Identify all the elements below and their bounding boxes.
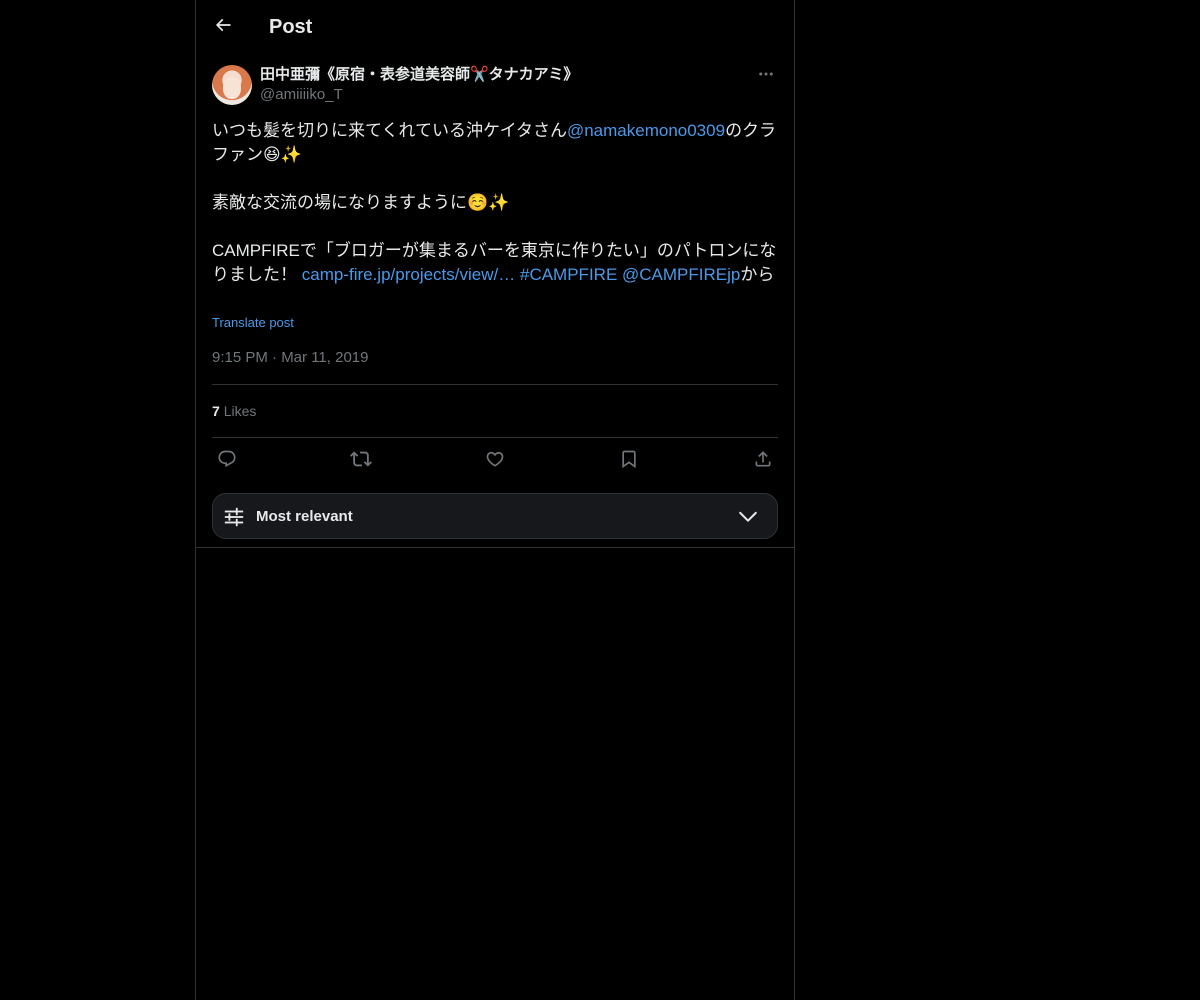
post-paragraph-2: 素敵な交流の場になりますように☺️✨ [212, 191, 778, 215]
bookmark-button[interactable] [614, 446, 644, 476]
post-timestamp[interactable]: 9:15 PM · Mar 11, 2019 [212, 348, 368, 368]
likes-count: 7 [212, 403, 220, 419]
sliders-icon [223, 506, 245, 528]
author-handle[interactable]: @amiiiiko_T [260, 85, 343, 105]
post-paragraph-1: いつも髪を切りに来てくれている沖ケイタさん@namakemono0309のクラフ… [212, 119, 778, 167]
post-paragraph-3: CAMPFIREで「ブロガーが集まるバーを東京に作りたい」のパトロンになりました… [212, 239, 778, 287]
post-author: 田中亜彌《原宿・表参道美容師✂️タナカアミ》 @amiiiiko_T [212, 64, 778, 108]
bookmark-icon [619, 449, 639, 474]
primary-column: Post 田中亜彌《原宿・表参道美容師✂️タナカアミ》 @amiiiiko_T … [195, 0, 795, 1000]
repost-button[interactable] [346, 446, 376, 476]
chevron-down-icon [737, 506, 759, 528]
mention-link[interactable]: @CAMPFIREjp [622, 265, 740, 284]
post-actions [212, 446, 778, 476]
emoji-smile-sparkles: ☺️✨ [467, 193, 510, 212]
share-button[interactable] [748, 446, 778, 476]
arrow-left-icon [213, 15, 233, 40]
repost-icon [350, 448, 372, 475]
reply-sort-dropdown[interactable]: Most relevant [212, 493, 778, 539]
post-text-segment: 素敵な交流の場になりますように [212, 193, 467, 212]
divider [212, 384, 778, 385]
reply-icon [217, 449, 237, 474]
more-options-button[interactable] [754, 64, 778, 88]
more-icon [757, 65, 775, 88]
page-title: Post [269, 16, 313, 38]
divider [212, 437, 778, 438]
url-link[interactable]: camp-fire.jp/projects/view/… [302, 265, 516, 284]
sort-label: Most relevant [256, 508, 353, 525]
likes-label: Likes [223, 403, 257, 419]
author-display-name[interactable]: 田中亜彌《原宿・表参道美容師✂️タナカアミ》 [260, 65, 578, 85]
post-text-segment: から [740, 265, 775, 284]
hashtag-link[interactable]: #CAMPFIRE [520, 265, 617, 284]
post-text-segment: いつも髪を切りに来てくれている沖ケイタさん [212, 121, 567, 140]
like-icon [485, 449, 505, 474]
share-icon [753, 449, 773, 474]
translate-post-link[interactable]: Translate post [212, 314, 294, 332]
likes-count-link[interactable]: 7 Likes [212, 402, 256, 420]
page-header: Post [196, 0, 794, 54]
avatar[interactable] [212, 65, 252, 105]
like-button[interactable] [480, 446, 510, 476]
post-text: いつも髪を切りに来てくれている沖ケイタさん@namakemono0309のクラフ… [212, 119, 778, 287]
section-divider [196, 547, 794, 548]
mention-link[interactable]: @namakemono0309 [567, 121, 725, 140]
reply-button[interactable] [212, 446, 242, 476]
emoji-grin-sparkles: 😆✨ [263, 145, 302, 164]
back-button[interactable] [204, 8, 242, 46]
avatar-face [223, 77, 241, 99]
